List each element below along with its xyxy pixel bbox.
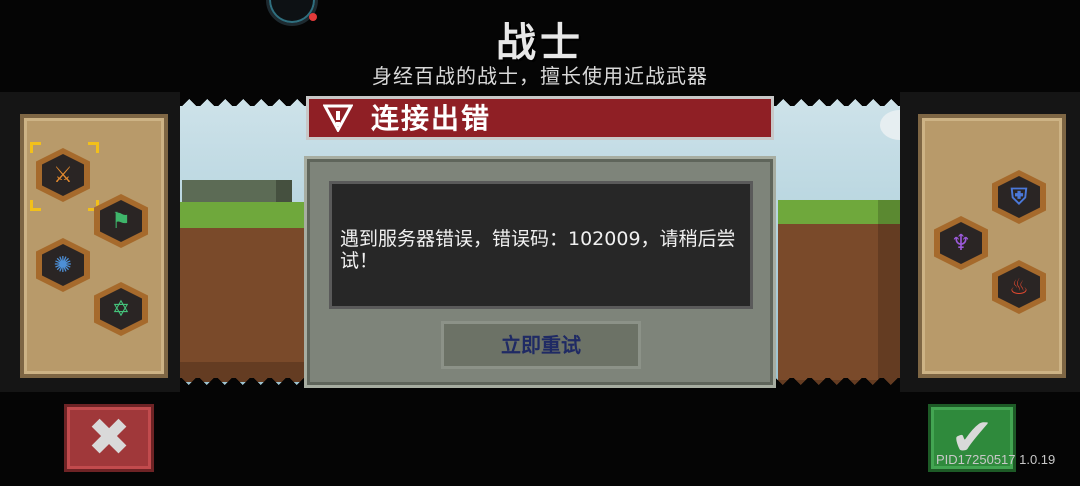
- error-dialog: 遇到服务器错误，错误码：102009，请稍后尝试！ 立即重试: [304, 156, 776, 388]
- claw-slash-icon: ⚔: [42, 154, 84, 196]
- warning-icon: [323, 104, 353, 132]
- left-skill-3[interactable]: ✺: [36, 238, 90, 292]
- cancel-button[interactable]: ✖: [64, 404, 154, 472]
- right-skill-1[interactable]: ⛨: [992, 170, 1046, 224]
- hexagram-icon: ✡: [100, 288, 142, 330]
- selection-corner: [30, 142, 41, 153]
- error-dialog-title: 连接出错: [371, 102, 492, 135]
- bow-icon: ⚑: [100, 200, 142, 242]
- left-skill-2[interactable]: ⚑: [94, 194, 148, 248]
- left-skill-panel: ⚔ ⚑ ✺ ✡: [20, 114, 168, 378]
- right-skill-3[interactable]: ♨: [992, 260, 1046, 314]
- right-skill-panel: ⛨ ♆ ♨: [918, 114, 1066, 378]
- message-box: 遇到服务器错误，错误码：102009，请稍后尝试！: [329, 181, 753, 309]
- vortex-icon: ✺: [42, 244, 84, 286]
- selection-corner: [30, 200, 41, 211]
- class-description: 身经百战的战士，擅长使用近战武器: [372, 64, 708, 88]
- grass-island-right: [778, 200, 908, 392]
- purple-crest-icon: ♆: [940, 222, 982, 264]
- left-skill-4[interactable]: ✡: [94, 282, 148, 336]
- left-skill-1[interactable]: ⚔: [36, 148, 90, 202]
- error-dialog-header: 连接出错: [306, 96, 774, 140]
- version-label: PID17250517 1.0.19: [936, 452, 1056, 467]
- error-message: 遇到服务器错误，错误码：102009，请稍后尝试！: [340, 228, 736, 272]
- flame-icon: ♨: [998, 266, 1040, 308]
- right-skill-2[interactable]: ♆: [934, 216, 988, 270]
- selection-corner: [88, 142, 99, 153]
- close-icon: ✖: [87, 408, 131, 468]
- shield-icon: ⛨: [998, 176, 1040, 218]
- retry-button[interactable]: 立即重试: [441, 321, 641, 369]
